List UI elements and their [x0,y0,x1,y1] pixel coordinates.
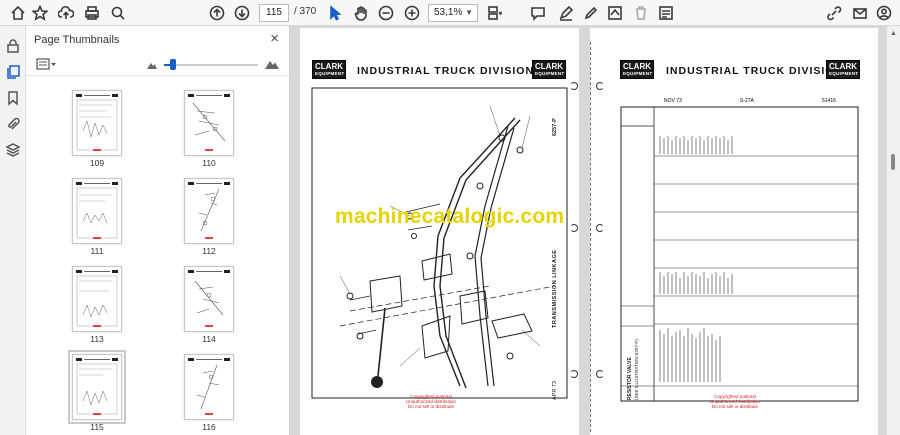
thumbnail-label: 115 [90,422,104,432]
zoom-level-value: 53,1% [434,7,463,18]
diagram-date: APR 73 [552,381,558,400]
page-total: / 370 [294,6,317,17]
transmission-linkage-diagram [311,87,568,399]
home-icon[interactable] [8,3,28,23]
diagram-title: TRANSMISSION LINKAGE [552,249,558,328]
lock-icon[interactable] [5,38,21,54]
zoom-large-icon[interactable] [264,58,280,70]
page-number-input[interactable]: 115 [259,4,289,22]
part-number: 51416 [822,98,836,104]
thumbnail-page-111[interactable] [72,178,122,244]
layers-icon[interactable] [5,142,21,158]
delete-icon[interactable] [631,3,651,23]
main-toolbar: 115 / 370 53,1% ▼ [0,0,900,26]
zoom-in-icon[interactable] [402,3,422,23]
thumbnails-panel: Page Thumbnails × 109 110 111 112 113 11… [26,26,309,435]
binder-hole-icon [570,82,578,90]
clark-logo: CLARK EQUIPMENT [826,60,860,79]
sign-icon[interactable] [605,3,625,23]
bookmarks-icon[interactable] [5,90,21,106]
page-up-icon[interactable] [207,3,227,23]
thumbnail-label: 112 [202,246,216,256]
bookmark-star-icon[interactable] [30,3,50,23]
document-page-right: CLARK EQUIPMENT INDUSTRIAL TRUCK DIVISION… [590,28,878,435]
edit-pen-icon[interactable] [581,3,601,23]
thumbnail-list: 109 110 111 112 113 114 115 116 [26,76,284,435]
highlight-pen-icon[interactable] [556,3,576,23]
binder-hole-icon [596,370,604,378]
email-icon[interactable] [850,3,870,23]
binder-hole-icon [570,224,578,232]
section-code: S-27A [740,98,754,104]
binder-hole-icon [596,82,604,90]
page-thumbnails-icon[interactable] [5,64,21,80]
thumbnail-label: 114 [202,334,216,344]
table-header-title: RESISTOR VALVE [627,357,633,400]
division-title: INDUSTRIAL TRUCK DIVISION [357,65,535,77]
viewer-scrollbar-thumb[interactable] [891,154,895,170]
table-header-subtitle: (SEE ILLUSTRATION 6257-P) [634,339,639,400]
upload-cloud-icon[interactable] [56,3,76,23]
attachments-icon[interactable] [5,116,21,132]
clark-logo: CLARK EQUIPMENT [532,60,566,79]
thumbnail-page-114[interactable] [184,266,234,332]
thumbnail-page-115[interactable] [68,350,126,424]
copyright-note: Copyrighted material Unauthorized distri… [710,394,760,409]
account-icon[interactable] [874,3,894,23]
thumbnail-label: 113 [90,334,104,344]
diagram-code: 6257-P [552,118,558,136]
thumbnail-page-113[interactable] [72,266,122,332]
parts-table [620,106,859,402]
thumbnail-page-112[interactable] [184,178,234,244]
zoom-small-icon[interactable] [146,60,158,70]
chevron-down-icon: ▼ [465,8,473,17]
more-tools-icon[interactable] [656,3,676,23]
link-edit-icon[interactable] [824,3,844,23]
panel-toolbar [26,54,290,76]
print-icon[interactable] [82,3,102,23]
comment-icon[interactable] [528,3,548,23]
binder-hole-icon [570,370,578,378]
zoom-out-icon[interactable] [376,3,396,23]
copyright-note: Copyrighted material Unauthorized distri… [406,394,456,409]
close-icon[interactable]: × [270,30,279,47]
select-cursor-icon[interactable] [325,3,345,23]
thumbnail-page-110[interactable] [184,90,234,156]
panel-title: Page Thumbnails [34,34,120,46]
viewer-scrollbar[interactable]: ▲ [886,26,900,435]
scroll-up-icon[interactable]: ▲ [890,30,897,37]
page-down-icon[interactable] [232,3,252,23]
thumbnail-label: 110 [202,158,216,168]
binder-hole-icon [596,224,604,232]
revision-date: NOV 73 [664,98,682,104]
thumbnail-label: 111 [90,246,104,256]
thumbnail-size-slider[interactable] [164,64,258,66]
watermark-text: machinecatalogic.com [335,205,565,228]
division-title: INDUSTRIAL TRUCK DIVISION [666,65,844,77]
thumbnail-label: 116 [202,422,216,432]
clark-logo: CLARK EQUIPMENT [620,60,654,79]
document-page-left: CLARK EQUIPMENT INDUSTRIAL TRUCK DIVISION… [300,28,579,435]
thumbnail-page-116[interactable] [184,354,234,420]
page-layout-icon[interactable] [484,3,504,23]
search-icon[interactable] [108,3,128,23]
zoom-level-select[interactable]: 53,1% ▼ [428,4,478,22]
hand-tool-icon[interactable] [351,3,371,23]
page-fold-line [590,42,591,432]
left-rail [0,26,26,435]
thumbnail-size-slider-handle[interactable] [170,59,176,70]
thumbnail-page-109[interactable] [72,90,122,156]
thumbnail-label: 109 [89,158,105,168]
thumbnail-options-icon[interactable] [36,58,58,72]
clark-logo: CLARK EQUIPMENT [312,60,346,79]
